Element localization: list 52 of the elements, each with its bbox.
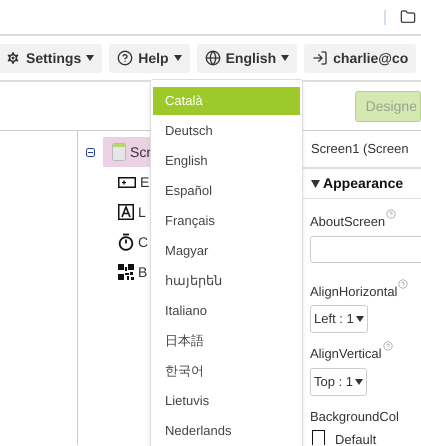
toolbar-menu-button[interactable]: charlie@co (304, 44, 416, 72)
tree-item[interactable]: Scr (103, 137, 153, 167)
property-label: BackgroundCol (310, 408, 399, 426)
color-value: Default (335, 431, 376, 445)
toolbar-menu-button[interactable]: English (196, 44, 298, 72)
globe-icon (204, 50, 221, 66)
button-component-icon (118, 176, 136, 188)
stopwatch-icon (118, 233, 134, 251)
toolbar-divider (384, 10, 386, 24)
caret-icon (86, 55, 94, 61)
input-field[interactable] (310, 236, 421, 262)
toolbar-menu-button[interactable]: Help (109, 44, 190, 72)
help-icon (117, 50, 134, 66)
caret-icon (355, 378, 364, 384)
language-option[interactable]: Italiano (153, 297, 300, 325)
language-option[interactable]: English (153, 147, 300, 175)
caret-icon (281, 55, 290, 61)
language-option[interactable]: Français (153, 207, 300, 235)
folder-icon[interactable] (400, 9, 416, 25)
help-icon[interactable] (382, 341, 393, 351)
property-label: AlignVertical (310, 345, 382, 363)
tree-item-label[interactable]: B (138, 262, 148, 282)
toolbar-menu-button[interactable]: Settings (0, 44, 102, 72)
sign-in-icon (312, 50, 328, 66)
triangle-down-icon (311, 180, 320, 188)
caret-icon (174, 55, 182, 61)
language-option[interactable]: Español (153, 177, 300, 205)
tree-item-label[interactable]: C (138, 232, 148, 252)
property-label: AlignHorizontal (310, 282, 398, 301)
color-swatch[interactable] (312, 430, 325, 445)
language-option[interactable]: Magyar (153, 237, 300, 265)
dropdown-select[interactable]: Top : 1 (310, 368, 368, 396)
help-icon[interactable] (386, 209, 396, 219)
properties-header: Screen1 (Screen (311, 140, 409, 158)
property-label: AboutScreen (310, 213, 386, 231)
collapse-icon[interactable] (86, 148, 95, 156)
tree-item-label[interactable]: L (138, 202, 146, 222)
language-option[interactable]: Nederlands (153, 417, 300, 445)
language-option[interactable]: հայերեն (153, 267, 300, 295)
phone-screen-icon (112, 143, 126, 161)
dropdown-select[interactable]: Left : 1 (310, 305, 368, 333)
tree-item-label: Scr (130, 142, 151, 162)
caret-icon (356, 316, 364, 322)
language-option[interactable]: Deutsch (153, 117, 300, 145)
help-icon[interactable] (398, 278, 408, 288)
settings-icon (5, 50, 21, 66)
language-option[interactable]: Lietuvis (153, 387, 300, 415)
qr-code-icon (118, 264, 134, 280)
language-option[interactable]: 한국어 (153, 357, 300, 385)
tree-item-label[interactable]: E (140, 172, 150, 192)
language-option[interactable]: 日本語 (153, 327, 300, 355)
label-component-icon (118, 204, 134, 220)
